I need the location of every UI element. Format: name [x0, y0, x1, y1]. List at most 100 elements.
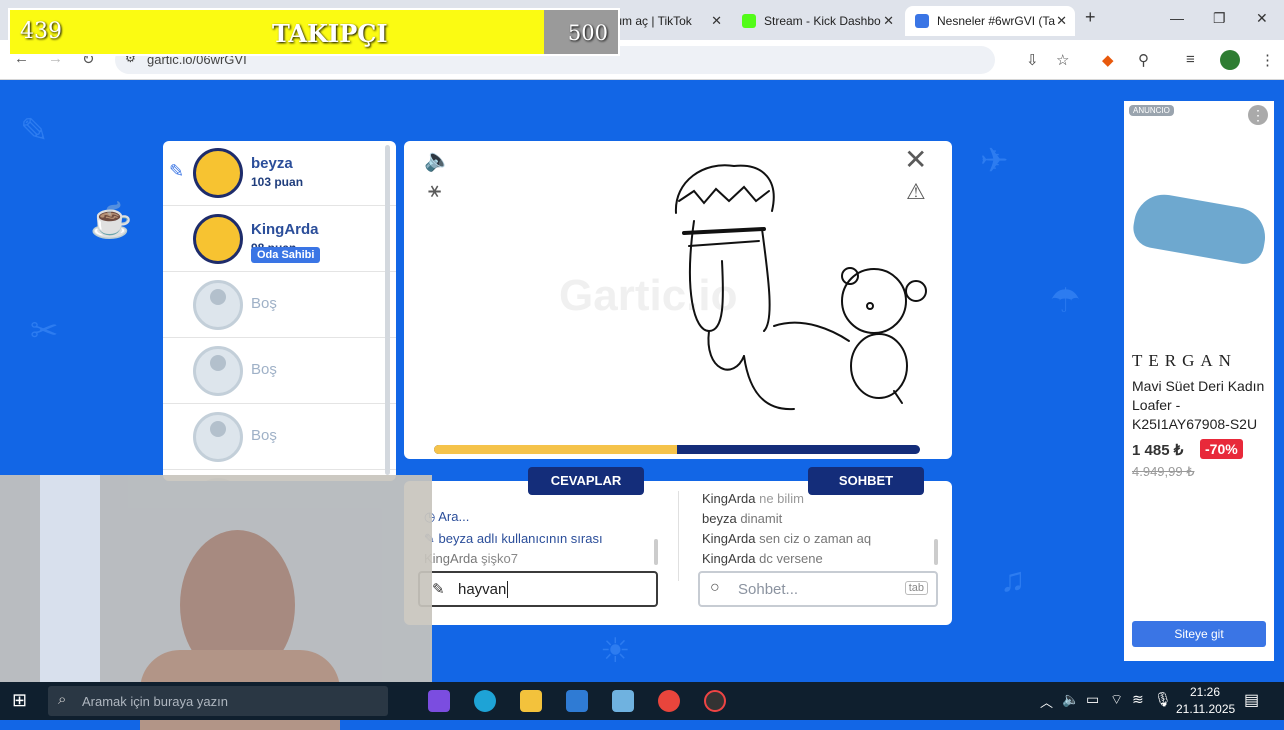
background-doodle-icon: ☕: [90, 202, 133, 240]
install-icon[interactable]: ⇩: [1026, 51, 1039, 69]
profile-avatar[interactable]: [1220, 50, 1240, 70]
advertisement[interactable]: ANUNCIO ⋮ TERGAN Mavi Süet Deri Kadın Lo…: [1124, 101, 1274, 661]
player-list: BoşBoşBoşBoşBoşKingArda98 puanOda Sahibi…: [163, 141, 396, 481]
background-doodle-icon: ☂: [1050, 282, 1081, 320]
background-doodle-icon: ✈: [980, 142, 1009, 180]
stroke-hair: [674, 164, 775, 214]
chat-input[interactable]: ○ Sohbet... tab: [698, 571, 938, 607]
answer-text: şişko7: [481, 551, 518, 566]
follower-goal: 500: [567, 21, 608, 45]
clock-date[interactable]: 21.11.2025: [1176, 702, 1235, 716]
extensions-icon[interactable]: ⚲: [1138, 51, 1149, 69]
metamask-icon[interactable]: ◆: [1102, 51, 1114, 69]
wifi-icon[interactable]: ⌔: [1110, 691, 1123, 709]
answer-text: adlı kullanıcının sırası: [476, 531, 603, 546]
tray-chevron-icon[interactable]: ︿: [1040, 692, 1053, 711]
media-control-icon[interactable]: ≡: [1186, 51, 1195, 68]
app-icon[interactable]: [428, 690, 450, 712]
drawing-canvas[interactable]: 🔈 ⚹ ✕ ⚠ Gartic.io: [404, 141, 952, 459]
battery-icon[interactable]: ▭: [1086, 691, 1099, 708]
minimize-icon[interactable]: —: [1170, 10, 1184, 26]
microphone-icon[interactable]: 🎙: [1154, 691, 1172, 708]
tab-kick[interactable]: Stream - Kick Dashbo ✕: [732, 6, 902, 36]
windows-start-icon[interactable]: ⊞: [12, 690, 27, 711]
volume-icon[interactable]: 🔈: [1062, 691, 1079, 708]
answer-user: KingArda: [424, 551, 478, 566]
round-timer-bar: [434, 445, 920, 454]
chat-user: KingArda: [702, 531, 756, 546]
pencil-icon: ✎: [432, 581, 445, 598]
chat-scrollbar[interactable]: [934, 539, 938, 565]
player-list-scrollbar[interactable]: [385, 145, 390, 475]
gartic-icon: [915, 14, 929, 28]
avatar: [193, 280, 243, 330]
ad-old-price: 4.949,99 ₺: [1132, 464, 1195, 479]
menu-icon[interactable]: ⋮: [1260, 51, 1275, 69]
window-close-icon[interactable]: ✕: [1256, 10, 1268, 27]
tab-chat[interactable]: SOHBET: [808, 467, 924, 495]
avatar: [193, 346, 243, 396]
clock-time[interactable]: 21:26: [1190, 685, 1220, 699]
avatar: [193, 412, 243, 462]
player-row[interactable]: Boş: [163, 339, 396, 404]
text-cursor: [507, 581, 509, 598]
edge-icon[interactable]: [474, 690, 496, 712]
ad-options-icon[interactable]: ⋮: [1248, 105, 1268, 125]
chat-user: KingArda: [702, 551, 756, 566]
follower-count: 439: [20, 19, 62, 44]
player-row[interactable]: KingArda98 puanOda Sahibi: [163, 207, 396, 272]
chat-line: KingArda dc versene: [702, 551, 823, 566]
ad-badge: ANUNCIO: [1129, 105, 1174, 116]
notification-icon[interactable]: ▤: [1244, 690, 1259, 710]
follower-label: TAKIPÇI: [272, 19, 388, 48]
player-name: Boş: [251, 427, 277, 444]
close-icon[interactable]: ✕: [1056, 13, 1067, 29]
player-name: Boş: [251, 295, 277, 312]
chrome-icon[interactable]: [658, 690, 680, 712]
chat-text: ne bilim: [759, 491, 804, 506]
answers-scrollbar[interactable]: [654, 539, 658, 565]
room-owner-badge: Oda Sahibi: [251, 247, 321, 263]
player-row[interactable]: Boş: [163, 405, 396, 470]
chat-user: KingArda: [702, 491, 756, 506]
bookmark-star-icon[interactable]: ☆: [1056, 51, 1069, 69]
answer-line: ✎ beyza adlı kullanıcının sırası: [424, 531, 603, 547]
answer-input[interactable]: ✎ hayvan: [418, 571, 658, 607]
stroke-bear-eye: [866, 302, 874, 310]
chat-text: sen ciz o zaman aq: [759, 531, 872, 546]
pencil-icon: ✎: [169, 161, 185, 181]
tab-answers[interactable]: CEVAPLAR: [528, 467, 644, 495]
app-icon[interactable]: [566, 690, 588, 712]
tab-label: Nesneler #6wrGVI (Ta: [937, 14, 1056, 28]
ad-product[interactable]: Mavi Süet Deri Kadın Loafer - K25I1AY679…: [1132, 377, 1272, 434]
chat-text: dc versene: [759, 551, 823, 566]
chat-line: KingArda ne bilim: [702, 491, 804, 506]
drawing-strokes: [674, 164, 927, 411]
chat-bubble-icon: ○: [710, 579, 720, 596]
player-row[interactable]: ✎ beyza 103 puan: [163, 141, 396, 206]
stroke-eyes: [682, 227, 766, 235]
answer-input-value: hayvan: [458, 581, 507, 598]
network-icon[interactable]: ≋: [1132, 691, 1144, 708]
tab-label: Stream - Kick Dashbo: [764, 14, 881, 28]
round-timer-fill: [434, 445, 677, 454]
file-explorer-icon[interactable]: [520, 690, 542, 712]
chat-line: beyza dinamit: [702, 511, 782, 526]
close-icon[interactable]: ✕: [711, 13, 722, 29]
ad-brand: TERGAN: [1132, 351, 1237, 370]
taskbar-search[interactable]: ⌕ Aramak için buraya yazın: [48, 686, 388, 716]
background-doodle-icon: ✂: [30, 312, 59, 350]
tab-gartic[interactable]: Nesneler #6wrGVI (Ta ✕: [905, 6, 1075, 36]
chat-user: beyza: [702, 511, 737, 526]
obs-icon[interactable]: [704, 690, 726, 712]
shoe-image[interactable]: [1130, 189, 1270, 268]
close-icon[interactable]: ✕: [883, 13, 894, 29]
app-icon[interactable]: [612, 690, 634, 712]
player-name: KingArda: [251, 221, 319, 238]
stroke-leash: [773, 321, 850, 342]
ad-cta-button[interactable]: Siteye git: [1132, 621, 1266, 647]
maximize-icon[interactable]: ❐: [1213, 10, 1226, 27]
tab-key-hint: tab: [904, 581, 928, 595]
player-row[interactable]: Boş: [163, 273, 396, 338]
new-tab-button[interactable]: +: [1085, 7, 1096, 28]
